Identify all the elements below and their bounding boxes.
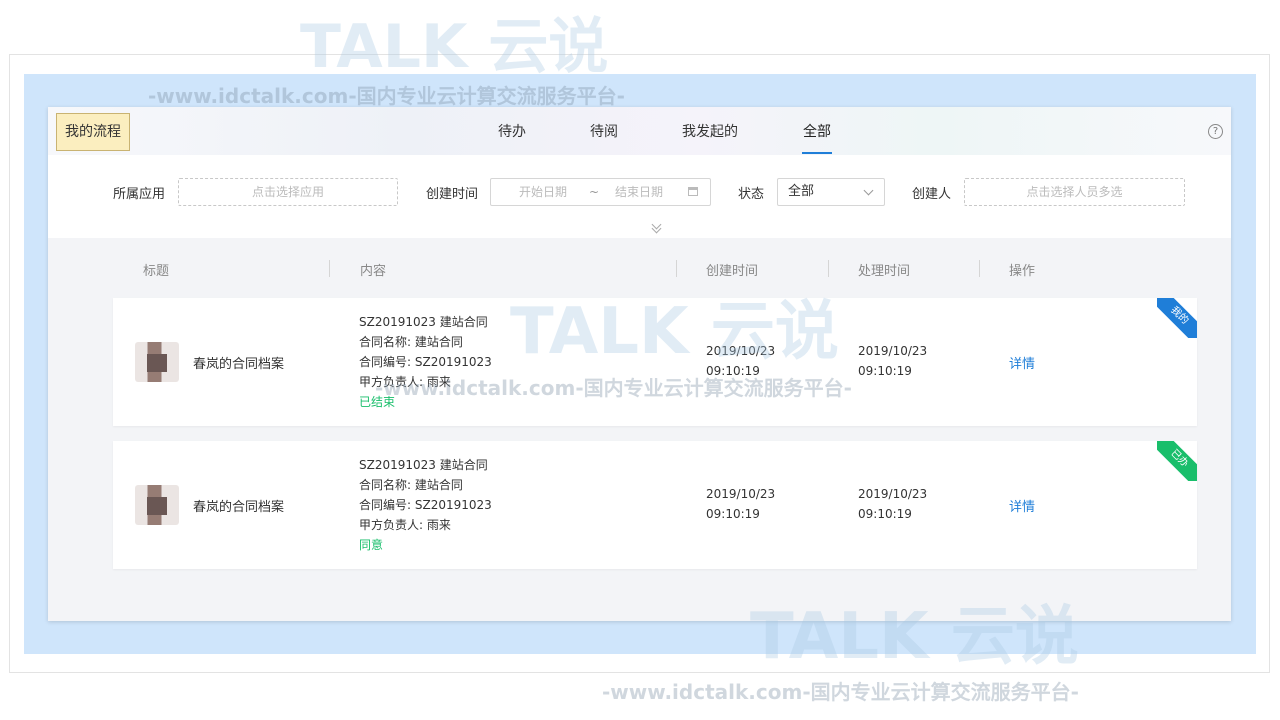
filter-bar: 所属应用 点击选择应用 创建时间 开始日期 ~ 结束日期 状态 全部 创建人 点… (48, 155, 1231, 238)
created-time-label: 创建时间 (426, 187, 479, 202)
expand-filters-icon[interactable] (650, 219, 664, 234)
status-select-value: 全部 (788, 184, 815, 199)
column-header-created: 创建时间 (706, 264, 759, 279)
row-title: 春岚的合同档案 (193, 357, 285, 372)
processed-date: 2019/10/23 (858, 487, 928, 501)
tab-all[interactable]: 全部 (803, 121, 831, 141)
app-label: 所属应用 (113, 187, 166, 202)
app-select-input[interactable]: 点击选择应用 (178, 178, 398, 206)
tab-initiated[interactable]: 我发起的 (682, 121, 738, 141)
table-header: 标题 内容 创建时间 处理时间 操作 (48, 238, 1231, 298)
content-line: 合同编号: SZ20191023 (359, 498, 492, 512)
created-clock: 09:10:19 (706, 507, 760, 521)
row-title: 春岚的合同档案 (193, 500, 285, 515)
app-placeholder: 点击选择应用 (251, 185, 324, 199)
content-line: 合同名称: 建站合同 (359, 335, 463, 349)
header-bar: 我的流程 待办 待阅 我发起的 全部 ? (48, 107, 1231, 155)
corner-ribbon: 已办 (1157, 441, 1197, 481)
processed-clock: 09:10:19 (858, 507, 912, 521)
chevron-down-icon (863, 185, 874, 196)
corner-ribbon: 我的 (1157, 298, 1197, 338)
creator-label: 创建人 (912, 187, 952, 202)
date-separator: ~ (589, 185, 600, 199)
detail-link[interactable]: 详情 (1009, 496, 1035, 515)
column-divider (329, 260, 330, 277)
workflow-panel: 我的流程 待办 待阅 我发起的 全部 ? 所属应用 点击选择应用 创建时间 开始… (48, 107, 1231, 621)
created-date: 2019/10/23 (706, 344, 776, 358)
watermark-url: -www.idctalk.com-国内专业云计算交流服务平台- (602, 680, 1079, 704)
processed-date: 2019/10/23 (858, 344, 928, 358)
status-label: 状态 (738, 187, 765, 202)
creator-placeholder: 点击选择人员多选 (1026, 185, 1123, 199)
active-tab-indicator (802, 152, 832, 154)
column-header-action: 操作 (1009, 264, 1036, 279)
processed-time: 2019/10/23 09:10:19 (858, 484, 927, 524)
status-text: 同意 (359, 538, 384, 552)
created-clock: 09:10:19 (706, 364, 760, 378)
content-line: 甲方负责人: 雨来 (359, 518, 451, 532)
column-header-title: 标题 (143, 264, 170, 279)
detail-link[interactable]: 详情 (1009, 353, 1035, 372)
avatar (135, 485, 179, 525)
column-header-content: 内容 (360, 264, 387, 279)
end-date-input[interactable]: 结束日期 (615, 179, 663, 205)
start-date-input[interactable]: 开始日期 (519, 179, 567, 205)
status-select[interactable]: 全部 (777, 178, 885, 206)
content-line: 合同名称: 建站合同 (359, 478, 463, 492)
calendar-icon[interactable] (688, 187, 698, 196)
content-line: 甲方负责人: 雨来 (359, 375, 451, 389)
help-icon[interactable]: ? (1208, 124, 1223, 139)
corner-label: 已办 (1157, 441, 1197, 481)
corner-label: 我的 (1157, 298, 1197, 338)
processed-clock: 09:10:19 (858, 364, 912, 378)
tab-todo[interactable]: 待办 (498, 121, 526, 141)
column-divider (979, 260, 980, 277)
avatar (135, 342, 179, 382)
column-divider (828, 260, 829, 277)
created-date: 2019/10/23 (706, 487, 776, 501)
row-content: SZ20191023 建站合同 合同名称: 建站合同 合同编号: SZ20191… (359, 455, 492, 555)
content-line: SZ20191023 建站合同 (359, 315, 488, 329)
content-line: 合同编号: SZ20191023 (359, 355, 492, 369)
status-text: 已结束 (359, 395, 396, 409)
row-content: SZ20191023 建站合同 合同名称: 建站合同 合同编号: SZ20191… (359, 312, 492, 412)
creator-select-input[interactable]: 点击选择人员多选 (964, 178, 1185, 206)
date-range-picker[interactable]: 开始日期 ~ 结束日期 (490, 178, 711, 206)
content-line: SZ20191023 建站合同 (359, 458, 488, 472)
table-row: 春岚的合同档案 SZ20191023 建站合同 合同名称: 建站合同 合同编号:… (113, 298, 1197, 426)
tab-to-read[interactable]: 待阅 (590, 121, 618, 141)
column-header-processed: 处理时间 (858, 264, 911, 279)
processed-time: 2019/10/23 09:10:19 (858, 341, 927, 381)
created-time: 2019/10/23 09:10:19 (706, 341, 775, 381)
column-divider (676, 260, 677, 277)
created-time: 2019/10/23 09:10:19 (706, 484, 775, 524)
table-row: 春岚的合同档案 SZ20191023 建站合同 合同名称: 建站合同 合同编号:… (113, 441, 1197, 569)
tab-bar: 待办 待阅 我发起的 全部 (48, 107, 1231, 155)
